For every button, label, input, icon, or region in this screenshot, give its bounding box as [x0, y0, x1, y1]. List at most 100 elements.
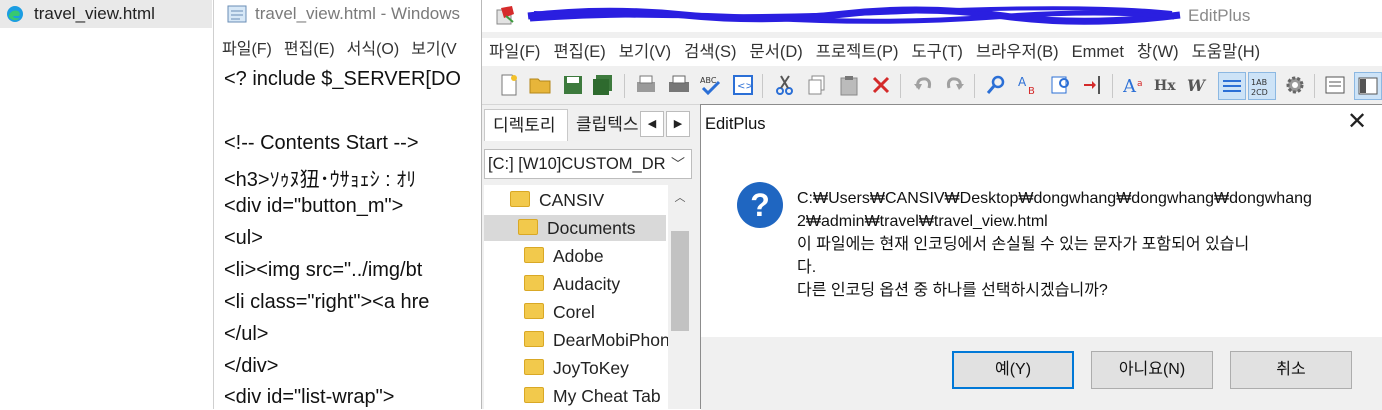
no-button[interactable]: 아니요(N): [1091, 351, 1213, 389]
menu-tools[interactable]: 도구(T): [912, 38, 963, 66]
close-icon[interactable]: ✕: [1346, 110, 1368, 134]
tree-scrollbar[interactable]: ︿: [668, 185, 692, 409]
edge-tab[interactable]: travel_view.html: [0, 0, 212, 28]
notepad-icon: [227, 5, 247, 23]
save-icon[interactable]: [560, 72, 586, 98]
delete-icon[interactable]: [868, 72, 894, 98]
spell-check-icon[interactable]: ABC: [698, 72, 724, 98]
tab-scroll-left-icon[interactable]: ◀: [640, 111, 664, 137]
notepad-editor[interactable]: <? include $_SERVER[DO <!-- Contents Sta…: [214, 66, 484, 409]
go-to-line-icon[interactable]: [1080, 72, 1106, 98]
menu-project[interactable]: 프로젝트(P): [816, 38, 899, 66]
tree-item[interactable]: My Cheat Tab: [524, 383, 661, 409]
notepad-menu-file[interactable]: 파일(F): [222, 36, 272, 64]
notepad-menu-format[interactable]: 서식(O): [347, 36, 400, 64]
scrollbar-thumb[interactable]: [671, 231, 689, 331]
folder-icon: [524, 331, 544, 348]
hex-view-icon[interactable]: Hx: [1154, 72, 1180, 98]
tree-item[interactable]: DearMobiPhon: [524, 327, 668, 353]
notepad-titlebar[interactable]: travel_view.html - Windows: [214, 0, 484, 28]
tab-directory[interactable]: 디렉토리: [484, 109, 568, 141]
cancel-button[interactable]: 취소: [1230, 351, 1352, 389]
question-icon: ?: [737, 182, 783, 228]
folder-icon: [524, 303, 544, 320]
dialog-message-line: 다.: [797, 259, 817, 276]
dialog-title: EditPlus: [705, 115, 766, 133]
output-window-icon[interactable]: [1322, 72, 1348, 98]
code-line: </ul>: [224, 323, 269, 345]
menu-emmet[interactable]: Emmet: [1072, 38, 1124, 66]
notepad-window: travel_view.html - Windows 파일(F) 편집(E) 서식(…: [213, 0, 484, 409]
menu-help[interactable]: 도움말(H): [1192, 38, 1260, 66]
dialog-message: C:₩Users₩CANSIV₩Desktop₩dongwhang₩dongwh…: [797, 187, 1342, 302]
svg-text:ABC: ABC: [700, 76, 717, 85]
replace-icon[interactable]: AB: [1016, 72, 1042, 98]
tree-item[interactable]: Audacity: [524, 271, 620, 297]
folder-icon: [524, 387, 544, 404]
open-folder-icon[interactable]: [528, 72, 554, 98]
menu-search[interactable]: 검색(S): [684, 38, 736, 66]
svg-text:W: W: [1187, 76, 1207, 95]
code-line: <ul>: [224, 227, 263, 249]
directory-tree: CANSIV Documents Adobe Audacity Corel De…: [484, 185, 668, 409]
editplus-toolbar: ABC <> AB Aa Hx W 1AB 2CD: [482, 68, 1382, 105]
print-preview-icon[interactable]: [634, 72, 660, 98]
find-icon[interactable]: [984, 72, 1010, 98]
tree-item[interactable]: Corel: [524, 299, 595, 325]
dialog-footer: 예(Y) 아니요(N) 취소: [701, 337, 1382, 410]
find-in-files-icon[interactable]: [1048, 72, 1074, 98]
folder-open-icon: [518, 219, 538, 236]
directory-window-icon[interactable]: [1354, 72, 1382, 100]
paste-icon[interactable]: [836, 72, 862, 98]
menu-document[interactable]: 문서(D): [750, 38, 803, 66]
line-numbers-icon[interactable]: [1218, 72, 1246, 100]
menu-browser[interactable]: 브라우저(B): [976, 38, 1059, 66]
code-line: <div id="button_m">: [224, 195, 404, 217]
editplus-menubar: 파일(F) 편집(E) 보기(V) 검색(S) 문서(D) 프로젝트(P) 도구(T) 브라우…: [482, 38, 1382, 66]
dialog-message-line: 2₩admin₩travel₩travel_view.html: [797, 213, 1048, 230]
scroll-up-icon[interactable]: ︿: [668, 189, 692, 209]
font-size-icon[interactable]: Aa: [1122, 72, 1148, 98]
tree-item[interactable]: JoyToKey: [524, 355, 629, 381]
tab-cliptext[interactable]: 클립텍스: [568, 109, 638, 141]
dialog-message-line: C:₩Users₩CANSIV₩Desktop₩dongwhang₩dongwh…: [797, 190, 1312, 207]
redaction-scribble: [527, 6, 1181, 25]
menu-edit[interactable]: 편집(E): [553, 38, 605, 66]
code-line: </div>: [224, 355, 279, 377]
tab-scroll-right-icon[interactable]: ▶: [666, 111, 690, 137]
dialog-message-line: 다른 인코딩 옵션 중 하나를 선택하시겠습니까?: [797, 282, 1108, 299]
new-file-icon[interactable]: [496, 72, 522, 98]
save-all-icon[interactable]: [590, 72, 616, 98]
dialog-message-line: 이 파일에는 현재 인코딩에서 손실될 수 있는 문자가 포함되어 있습니: [797, 236, 1250, 253]
editplus-titlebar[interactable]: EditPlus: [482, 0, 1382, 32]
menu-view[interactable]: 보기(V): [619, 38, 671, 66]
svg-text:A: A: [1018, 75, 1027, 89]
edge-tab-title: travel_view.html: [34, 4, 155, 23]
print-icon[interactable]: [666, 72, 692, 98]
code-line: <li><img src="../img/bt: [224, 259, 423, 281]
notepad-menu-edit[interactable]: 편집(E): [284, 36, 335, 64]
notepad-menu-view[interactable]: 보기(V: [411, 36, 456, 64]
code-line: <div id="list-wrap">: [224, 386, 395, 408]
directory-panel: 디렉토리 클립텍스 ◀ ▶ [C:] [W10]CUSTOM_DR ﹀ CANS…: [482, 105, 698, 409]
tree-item[interactable]: CANSIV: [510, 187, 604, 213]
menu-file[interactable]: 파일(F): [489, 38, 540, 66]
drive-select[interactable]: [C:] [W10]CUSTOM_DR ﹀: [484, 149, 692, 179]
code-line: <h3>ｿｩﾇ狃･ｳｻｮｪｼ : ｵﾘ: [224, 169, 417, 191]
tree-item-selected[interactable]: Documents: [484, 215, 666, 241]
notepad-menubar: 파일(F) 편집(E) 서식(O) 보기(V: [214, 36, 484, 64]
yes-button[interactable]: 예(Y): [952, 351, 1074, 389]
cut-icon[interactable]: [772, 72, 798, 98]
browser-preview-icon[interactable]: <>: [730, 72, 756, 98]
svg-text:a: a: [1137, 79, 1143, 89]
redo-icon[interactable]: [942, 72, 968, 98]
tree-item[interactable]: Adobe: [524, 243, 604, 269]
menu-window[interactable]: 창(W): [1137, 38, 1179, 66]
column-mode-icon[interactable]: 1AB 2CD: [1248, 72, 1276, 100]
copy-icon[interactable]: [804, 72, 830, 98]
edge-icon: [7, 6, 23, 22]
preferences-icon[interactable]: [1282, 72, 1308, 98]
word-wrap-icon[interactable]: W: [1186, 72, 1212, 98]
chevron-down-icon: ﹀: [671, 156, 685, 172]
undo-icon[interactable]: [910, 72, 936, 98]
